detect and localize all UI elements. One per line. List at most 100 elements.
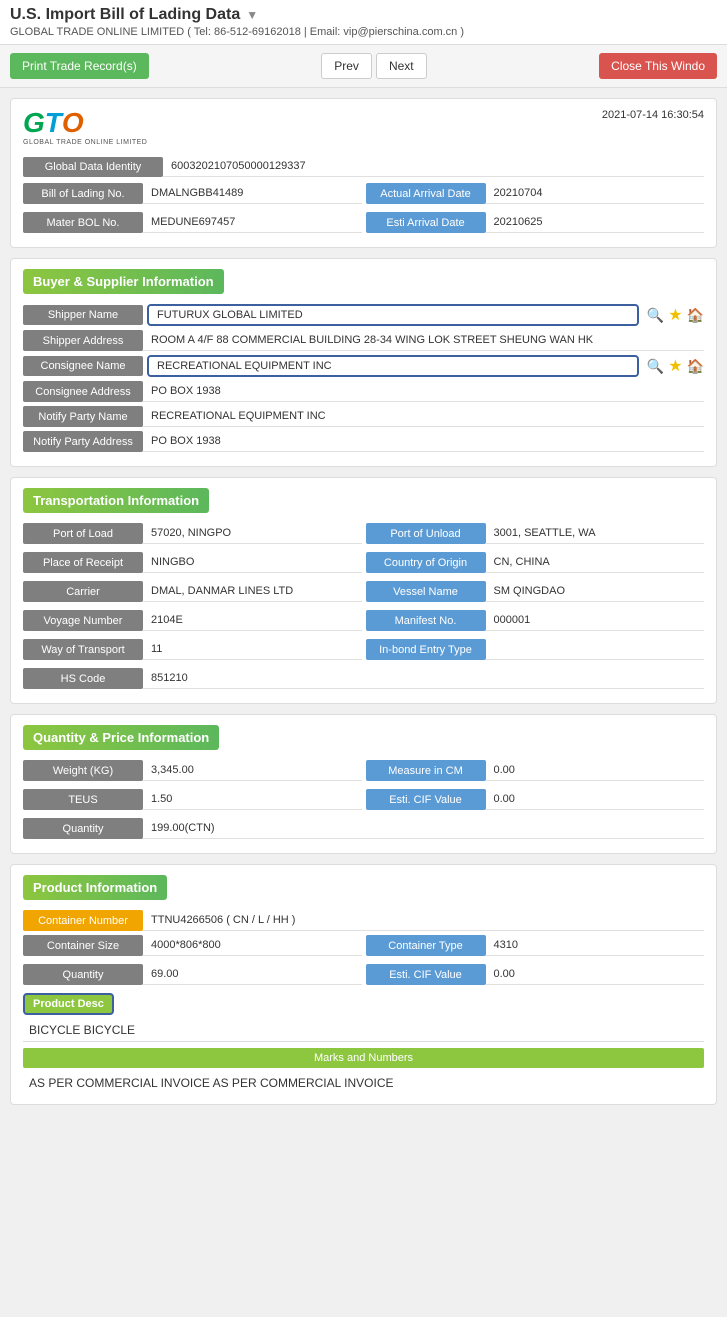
container-number-value: TTNU4266506 ( CN / L / HH ) — [143, 910, 704, 931]
marks-label-row: Marks and Numbers — [23, 1048, 704, 1068]
manifest-no-value: 000001 — [486, 610, 705, 631]
product-header: Product Information — [23, 875, 167, 900]
product-esti-cif-label: Esti. CIF Value — [366, 964, 486, 985]
way-of-transport-label: Way of Transport — [23, 639, 143, 660]
container-size-value: 4000*806*800 — [143, 935, 362, 956]
way-of-transport-value: 11 — [143, 639, 362, 660]
in-bond-label: In-bond Entry Type — [366, 639, 486, 660]
product-desc-label[interactable]: Product Desc — [23, 993, 114, 1015]
actual-arrival-value: 20210704 — [486, 183, 705, 204]
logo-i: O — [62, 109, 84, 137]
notify-party-address-label: Notify Party Address — [23, 431, 143, 452]
print-button[interactable]: Print Trade Record(s) — [10, 53, 149, 79]
port-of-load-label: Port of Load — [23, 523, 143, 544]
notify-party-name-label: Notify Party Name — [23, 406, 143, 427]
carrier-value: DMAL, DANMAR LINES LTD — [143, 581, 362, 602]
place-of-receipt-label: Place of Receipt — [23, 552, 143, 573]
shipper-home-icon[interactable]: 🏠 — [687, 307, 704, 324]
consignee-name-label: Consignee Name — [23, 356, 143, 376]
notify-party-address-value: PO BOX 1938 — [143, 431, 704, 452]
hs-code-row: HS Code 851210 — [23, 668, 704, 689]
product-card: Product Information Container Number TTN… — [10, 864, 717, 1105]
notify-party-address-row: Notify Party Address PO BOX 1938 — [23, 431, 704, 452]
consignee-home-icon[interactable]: 🏠 — [687, 358, 704, 375]
teus-label: TEUS — [23, 789, 143, 810]
global-id-row: Global Data Identity 6003202107050000129… — [23, 156, 704, 177]
logo-t: T — [45, 109, 62, 137]
quantity-price-header: Quantity & Price Information — [23, 725, 219, 750]
transportation-header: Transportation Information — [23, 488, 209, 513]
carrier-label: Carrier — [23, 581, 143, 602]
voyage-number-label: Voyage Number — [23, 610, 143, 631]
actual-arrival-row: Actual Arrival Date 20210704 — [366, 183, 705, 204]
esti-cif-value: 0.00 — [486, 789, 705, 810]
nav-buttons: Prev Next — [321, 53, 426, 79]
quantity-price-card: Quantity & Price Information Weight (KG)… — [10, 714, 717, 854]
buyer-supplier-card: Buyer & Supplier Information Shipper Nam… — [10, 258, 717, 467]
way-of-transport-row: Way of Transport 11 — [23, 639, 362, 660]
place-of-receipt-row: Place of Receipt NINGBO — [23, 552, 362, 573]
vessel-name-row: Vessel Name SM QINGDAO — [366, 581, 705, 602]
esti-arrival-value: 20210625 — [486, 212, 705, 233]
shipper-name-row: Shipper Name FUTURUX GLOBAL LIMITED 🔍 ★ … — [23, 304, 704, 326]
port-of-load-row: Port of Load 57020, NINGPO — [23, 523, 362, 544]
hs-code-value: 851210 — [143, 668, 704, 689]
shipper-name-label: Shipper Name — [23, 305, 143, 325]
consignee-star-icon[interactable]: ★ — [668, 356, 682, 376]
esti-arrival-row: Esti Arrival Date 20210625 — [366, 212, 705, 233]
consignee-address-label: Consignee Address — [23, 381, 143, 402]
country-of-origin-label: Country of Origin — [366, 552, 486, 573]
in-bond-row: In-bond Entry Type — [366, 639, 705, 660]
esti-cif-label: Esti. CIF Value — [366, 789, 486, 810]
product-quantity-value: 69.00 — [143, 964, 362, 985]
weight-label: Weight (KG) — [23, 760, 143, 781]
transportation-card: Transportation Information Port of Load … — [10, 477, 717, 704]
port-of-unload-value: 3001, SEATTLE, WA — [486, 523, 705, 544]
shipper-name-value: FUTURUX GLOBAL LIMITED — [147, 304, 639, 326]
consignee-address-value: PO BOX 1938 — [143, 381, 704, 402]
port-of-unload-row: Port of Unload 3001, SEATTLE, WA — [366, 523, 705, 544]
vessel-name-value: SM QINGDAO — [486, 581, 705, 602]
actual-arrival-label: Actual Arrival Date — [366, 183, 486, 204]
prev-button[interactable]: Prev — [321, 53, 372, 79]
next-button[interactable]: Next — [376, 53, 427, 79]
quantity-label: Quantity — [23, 818, 143, 839]
esti-arrival-label: Esti Arrival Date — [366, 212, 486, 233]
marks-label: Marks and Numbers — [23, 1048, 704, 1068]
port-of-load-value: 57020, NINGPO — [143, 523, 362, 544]
subtitle: GLOBAL TRADE ONLINE LIMITED ( Tel: 86-51… — [10, 26, 717, 38]
esti-cif-row: Esti. CIF Value 0.00 — [366, 789, 705, 810]
product-desc-label-row: Product Desc — [23, 993, 704, 1015]
teus-row: TEUS 1.50 — [23, 789, 362, 810]
manifest-no-label: Manifest No. — [366, 610, 486, 631]
voyage-number-row: Voyage Number 2104E — [23, 610, 362, 631]
dropdown-icon[interactable]: ▼ — [246, 8, 258, 22]
hs-code-label: HS Code — [23, 668, 143, 689]
main-content: G T O GLOBAL TRADE ONLINE LIMITED 2021-0… — [0, 88, 727, 1125]
container-number-label: Container Number — [23, 910, 143, 931]
carrier-row: Carrier DMAL, DANMAR LINES LTD — [23, 581, 362, 602]
buyer-supplier-header: Buyer & Supplier Information — [23, 269, 224, 294]
country-of-origin-value: CN, CHINA — [486, 552, 705, 573]
logo-subtitle: GLOBAL TRADE ONLINE LIMITED — [23, 139, 147, 146]
logo-g: G — [23, 109, 45, 137]
weight-value: 3,345.00 — [143, 760, 362, 781]
product-esti-cif-row: Esti. CIF Value 0.00 — [366, 964, 705, 985]
shipper-address-row: Shipper Address ROOM A 4/F 88 COMMERCIAL… — [23, 330, 704, 351]
shipper-address-value: ROOM A 4/F 88 COMMERCIAL BUILDING 28-34 … — [143, 330, 704, 351]
shipper-star-icon[interactable]: ★ — [668, 305, 682, 325]
bol-value: DMALNGBB41489 — [143, 183, 362, 204]
container-type-label: Container Type — [366, 935, 486, 956]
container-size-row: Container Size 4000*806*800 — [23, 935, 362, 956]
shipper-search-icon[interactable]: 🔍 — [647, 307, 664, 324]
toolbar: Print Trade Record(s) Prev Next Close Th… — [0, 45, 727, 88]
close-button[interactable]: Close This Windo — [599, 53, 717, 79]
country-of-origin-row: Country of Origin CN, CHINA — [366, 552, 705, 573]
notify-party-name-value: RECREATIONAL EQUIPMENT INC — [143, 406, 704, 427]
consignee-address-row: Consignee Address PO BOX 1938 — [23, 381, 704, 402]
marks-value: AS PER COMMERCIAL INVOICE AS PER COMMERC… — [23, 1072, 704, 1094]
mater-bol-label: Mater BOL No. — [23, 212, 143, 233]
consignee-search-icon[interactable]: 🔍 — [647, 358, 664, 375]
quantity-value: 199.00(CTN) — [143, 818, 704, 839]
record-card: G T O GLOBAL TRADE ONLINE LIMITED 2021-0… — [10, 98, 717, 248]
